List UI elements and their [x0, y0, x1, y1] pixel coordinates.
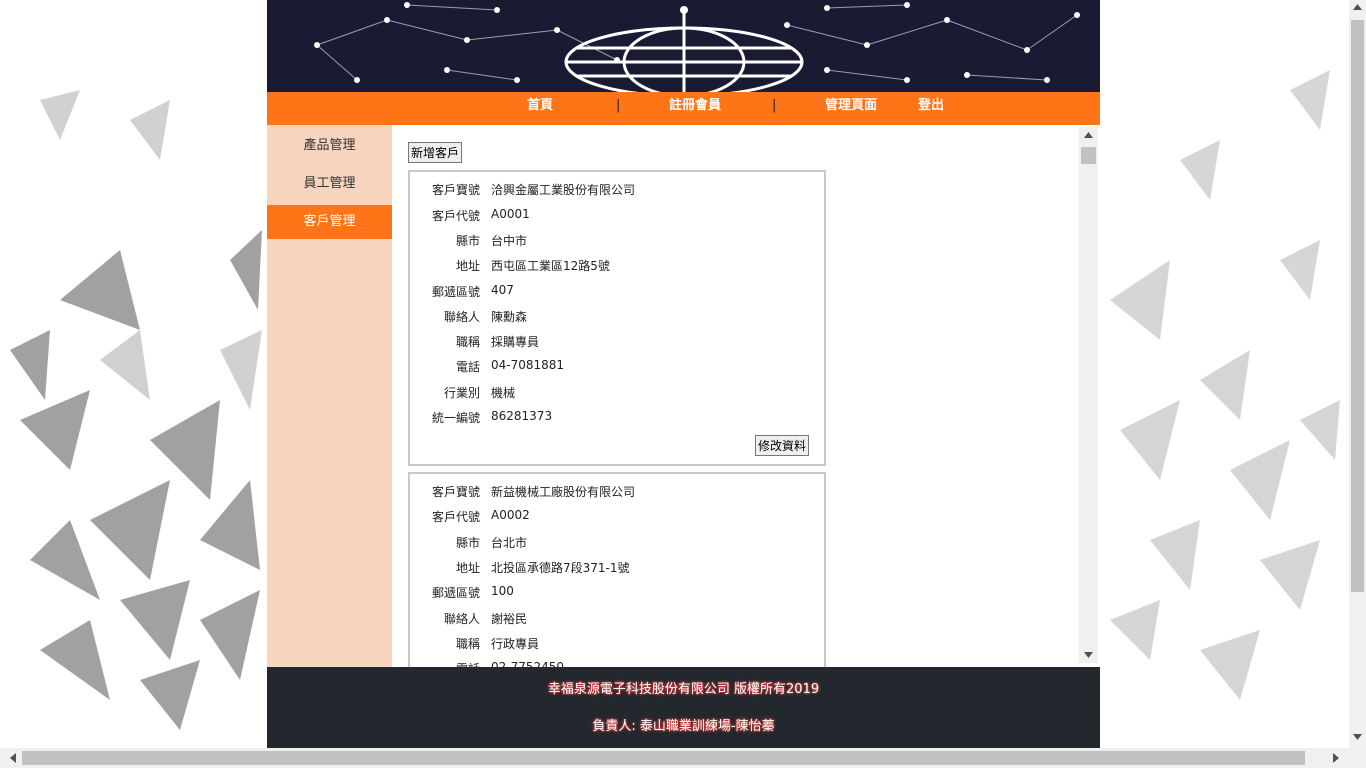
edit-customer-button[interactable]: 修改資料 [755, 435, 810, 456]
customer-title: 採購專員 [491, 335, 540, 349]
sidebar-item-products[interactable]: 產品管理 [267, 129, 392, 163]
owner-text: 負責人: 泰山職業訓練場-陳怡蓁 [592, 719, 775, 734]
field-label: 客戶寶號 [431, 485, 480, 499]
field-label: 職稱 [455, 335, 480, 349]
customer-phone: 02-7752450 [491, 660, 565, 667]
nav-home[interactable]: 首頁 [510, 92, 570, 125]
field-label: 客戶代號 [431, 510, 480, 524]
field-label: 聯絡人 [443, 612, 480, 626]
field-label: 郵遞區號 [431, 586, 480, 600]
customer-zip: 407 [491, 283, 514, 297]
field-label: 客戶寶號 [431, 183, 480, 197]
customer-title: 行政專員 [491, 637, 540, 651]
field-label: 統一編號 [431, 411, 480, 425]
field-label: 客戶代號 [431, 209, 480, 223]
sidebar-item-customers[interactable]: 客戶管理 [267, 205, 392, 239]
customer-name: 新益機械工廠股份有限公司 [491, 485, 636, 499]
nav-separator: | [616, 98, 621, 113]
nav-logout[interactable]: 登出 [907, 92, 955, 125]
nav-admin[interactable]: 管理頁面 [815, 92, 887, 125]
sidebar: 產品管理 員工管理 客戶管理 [267, 125, 392, 667]
field-label: 縣市 [455, 536, 480, 550]
customer-contact: 陳勳森 [491, 310, 528, 324]
footer: 幸福泉源電子科技股份有限公司 版權所有2019 負責人: 泰山職業訓練場-陳怡蓁 [267, 667, 1100, 748]
field-label: 地址 [455, 561, 480, 575]
nav-separator: | [772, 98, 777, 113]
sidebar-item-employees[interactable]: 員工管理 [267, 167, 392, 201]
add-customer-button[interactable]: 新增客戶 [408, 142, 463, 163]
window-vertical-scrollbar[interactable] [1349, 0, 1366, 748]
customer-city: 台北市 [491, 536, 528, 550]
copyright-text: 幸福泉源電子科技股份有限公司 版權所有2019 [547, 682, 820, 697]
customer-tax-id: 86281373 [491, 409, 553, 423]
window-horizontal-scrollbar[interactable] [0, 748, 1366, 768]
field-label: 職稱 [455, 637, 480, 651]
globe-network-icon [314, 2, 1080, 92]
customer-list-panel: 新增客戶 客戶寶號 洽興金屬工業股份有限公司 客戶代號 A0001 縣市 台中市 地址… [392, 125, 1079, 667]
field-label: 郵遞區號 [431, 285, 480, 299]
customer-zip: 100 [491, 584, 514, 598]
customer-card: 客戶寶號 洽興金屬工業股份有限公司 客戶代號 A0001 縣市 台中市 地址 西屯區工業… [408, 170, 826, 466]
customer-address: 北投區承德路7段371-1號 [491, 561, 630, 575]
top-navigation: 首頁 | 註冊會員 | 管理頁面 登出 [267, 92, 1100, 125]
customer-card: 客戶寶號 新益機械工廠股份有限公司 客戶代號 A0002 縣市 台北市 地址 北投區承德… [408, 472, 826, 667]
customer-name: 洽興金屬工業股份有限公司 [491, 183, 636, 197]
customer-contact: 謝裕民 [491, 612, 528, 626]
header-banner [267, 0, 1100, 92]
field-label: 縣市 [455, 234, 480, 248]
customer-industry: 機械 [491, 386, 516, 400]
field-label: 電話 [410, 660, 480, 667]
page-container: 首頁 | 註冊會員 | 管理頁面 登出 產品管理 員工管理 客戶管理 新增客戶 … [267, 0, 1100, 748]
field-label: 行業別 [443, 386, 480, 400]
nav-register[interactable]: 註冊會員 [659, 92, 731, 125]
customer-phone: 04-7081881 [491, 358, 565, 372]
customer-code: A0002 [491, 508, 530, 522]
field-label: 聯絡人 [443, 310, 480, 324]
content-scrollbar[interactable] [1079, 127, 1098, 663]
customer-code: A0001 [491, 207, 530, 221]
customer-city: 台中市 [491, 234, 528, 248]
field-label: 地址 [455, 259, 480, 273]
field-label: 電話 [455, 360, 480, 374]
customer-address: 西屯區工業區12路5號 [491, 259, 610, 273]
